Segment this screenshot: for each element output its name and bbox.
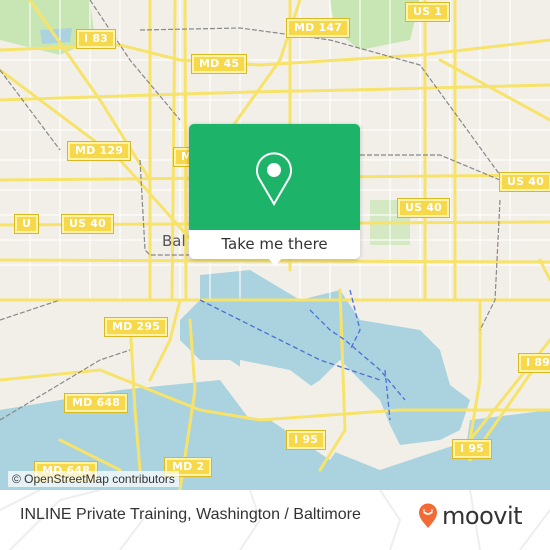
map-view[interactable]: I 83 MD 147 US 1 MD 45 MD 129 MD US 40 U…: [0, 0, 550, 490]
popup-pointer: [267, 257, 283, 266]
road-shield-md295: MD 295: [103, 317, 169, 337]
popup-header: [189, 124, 360, 230]
road-shield-i83: I 83: [75, 29, 117, 49]
road-shield-md648-a: MD 648: [63, 393, 129, 413]
location-popup[interactable]: Take me there: [189, 124, 360, 266]
footer-bar: INLINE Private Training, Washington / Ba…: [0, 490, 550, 550]
place-title: INLINE Private Training, Washington / Ba…: [20, 506, 361, 523]
moovit-logo[interactable]: moovit: [418, 502, 523, 530]
road-shield-i895: I 895: [518, 353, 550, 373]
moovit-pin-icon: [419, 503, 437, 528]
brand-name: moovit: [442, 502, 523, 530]
road-shield-i95-east: I 95: [451, 439, 493, 459]
city-label: Bal: [162, 232, 186, 250]
road-shield-us1: US 1: [404, 2, 451, 22]
road-shield-i95-west: I 95: [285, 430, 327, 450]
map-attribution[interactable]: © OpenStreetMap contributors: [8, 471, 179, 487]
map-pin-icon: [256, 152, 292, 206]
road-shield-us40-west: US 40: [61, 214, 114, 234]
road-shield-md147: MD 147: [285, 18, 351, 38]
take-me-there-button[interactable]: Take me there: [189, 230, 360, 259]
road-shield-us40-east: US 40: [499, 172, 550, 192]
road-shield-us40-center: US 40: [397, 198, 450, 218]
road-shield-md129: MD 129: [66, 141, 132, 161]
road-shield-us-partial: U: [13, 214, 40, 234]
road-shield-md45: MD 45: [190, 54, 248, 74]
